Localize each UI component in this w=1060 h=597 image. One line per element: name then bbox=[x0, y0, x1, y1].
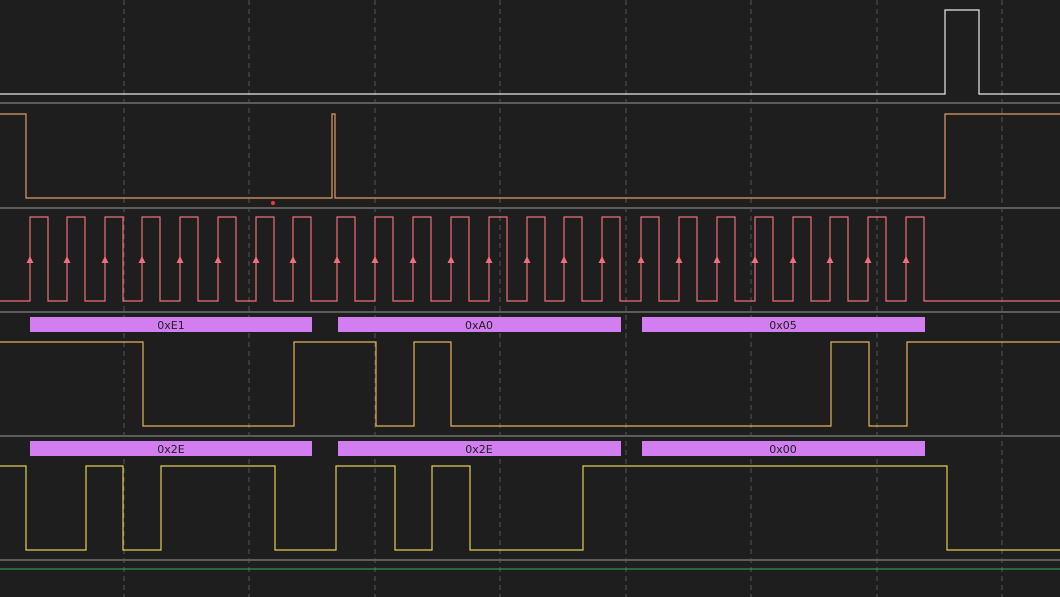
rising-edge-arrow bbox=[138, 256, 146, 263]
channel-0-trace[interactable] bbox=[0, 9, 1060, 95]
rising-edge-arrow bbox=[333, 256, 341, 263]
miso-decode-row: 0x2E 0x2E 0x00 bbox=[30, 441, 925, 456]
decode-byte-label: 0x2E bbox=[465, 443, 493, 456]
mosi-decode-byte-2[interactable]: 0xA0 bbox=[338, 317, 621, 332]
rising-edge-arrow bbox=[485, 256, 493, 263]
rising-edge-arrow bbox=[176, 256, 184, 263]
decode-byte-label: 0x2E bbox=[157, 443, 185, 456]
channel-divider bbox=[0, 207, 1060, 209]
decode-byte-label: 0xA0 bbox=[465, 319, 493, 332]
rising-edge-arrow bbox=[252, 256, 260, 263]
channel-divider bbox=[0, 559, 1060, 561]
channel-4-miso-trace[interactable] bbox=[0, 465, 1060, 551]
decode-byte-label: 0x00 bbox=[769, 443, 797, 456]
cursor-marker-dot[interactable] bbox=[271, 201, 275, 205]
channel-2-clock-trace[interactable] bbox=[0, 216, 1060, 302]
rising-edge-arrow bbox=[902, 256, 910, 263]
rising-edge-arrow bbox=[523, 256, 531, 263]
rising-edge-arrow bbox=[409, 256, 417, 263]
mosi-decode-row: 0xE1 0xA0 0x05 bbox=[30, 317, 925, 332]
miso-decode-byte-2[interactable]: 0x2E bbox=[338, 441, 621, 456]
decode-byte-label: 0x05 bbox=[769, 319, 797, 332]
rising-edge-arrow bbox=[637, 256, 645, 263]
rising-edge-arrow bbox=[447, 256, 455, 263]
channel-1-chip-select-trace[interactable] bbox=[0, 113, 1060, 199]
rising-edge-arrow bbox=[751, 256, 759, 263]
channel-divider bbox=[0, 435, 1060, 437]
logic-analyzer-waveform-view[interactable]: 0xE1 0xA0 0x05 0x2E 0x2E 0x00 bbox=[0, 0, 1060, 597]
channel-3-mosi-trace[interactable] bbox=[0, 341, 1060, 427]
rising-edge-arrow bbox=[675, 256, 683, 263]
channel-divider bbox=[0, 102, 1060, 104]
rising-edge-arrow bbox=[826, 256, 834, 263]
rising-edge-arrow bbox=[26, 256, 34, 263]
miso-decode-byte-1[interactable]: 0x2E bbox=[30, 441, 312, 456]
rising-edge-arrow bbox=[101, 256, 109, 263]
mosi-decode-byte-3[interactable]: 0x05 bbox=[642, 317, 925, 332]
clock-rising-edge-markers bbox=[26, 256, 910, 263]
miso-decode-byte-3[interactable]: 0x00 bbox=[642, 441, 925, 456]
rising-edge-arrow bbox=[789, 256, 797, 263]
rising-edge-arrow bbox=[713, 256, 721, 263]
channel-divider bbox=[0, 311, 1060, 313]
rising-edge-arrow bbox=[289, 256, 297, 263]
rising-edge-arrow bbox=[598, 256, 606, 263]
rising-edge-arrow bbox=[560, 256, 568, 263]
mosi-decode-byte-1[interactable]: 0xE1 bbox=[30, 317, 312, 332]
rising-edge-arrow bbox=[371, 256, 379, 263]
rising-edge-arrow bbox=[214, 256, 222, 263]
rising-edge-arrow bbox=[864, 256, 872, 263]
rising-edge-arrow bbox=[63, 256, 71, 263]
decode-byte-label: 0xE1 bbox=[157, 319, 184, 332]
